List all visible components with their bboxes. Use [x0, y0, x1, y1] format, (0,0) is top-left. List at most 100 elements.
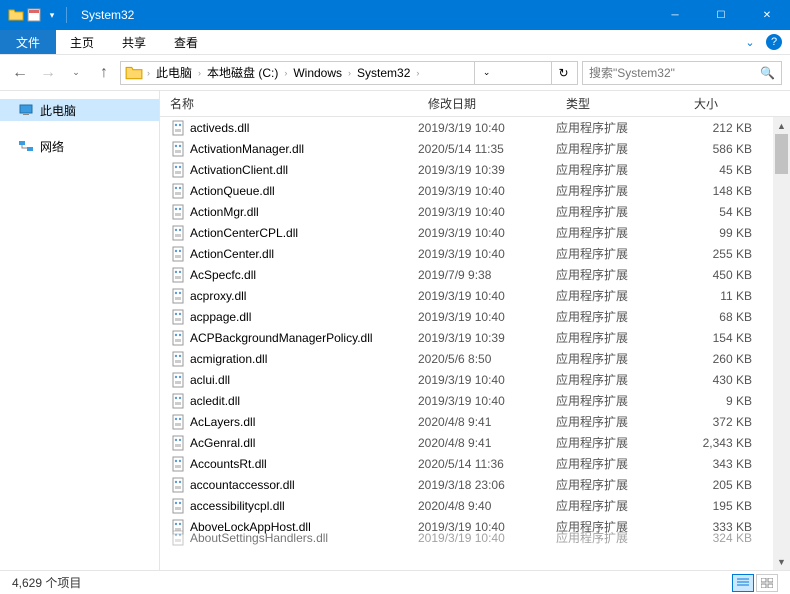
- file-row[interactable]: acledit.dll2019/3/19 10:40应用程序扩展9 KB: [160, 390, 790, 411]
- file-name: accountaccessor.dll: [190, 478, 295, 492]
- file-row[interactable]: ActionQueue.dll2019/3/19 10:40应用程序扩展148 …: [160, 180, 790, 201]
- column-name[interactable]: 名称: [160, 95, 418, 112]
- maximize-button[interactable]: ☐: [698, 0, 744, 30]
- scroll-down-icon[interactable]: ▼: [773, 553, 790, 570]
- large-icons-view-button[interactable]: [756, 574, 778, 592]
- file-row[interactable]: AboutSettingsHandlers.dll2019/3/19 10:40…: [160, 527, 790, 548]
- dll-file-icon: [170, 456, 186, 472]
- back-button[interactable]: ←: [8, 61, 32, 85]
- quick-access-toolbar: ▾: [0, 7, 71, 23]
- column-size[interactable]: 大小: [684, 95, 756, 112]
- up-button[interactable]: ↑: [92, 61, 116, 85]
- breadcrumb[interactable]: 本地磁盘 (C:): [203, 62, 282, 84]
- file-row[interactable]: ActionCenter.dll2019/3/19 10:40应用程序扩展255…: [160, 243, 790, 264]
- nav-item-label: 此电脑: [40, 102, 76, 119]
- breadcrumb[interactable]: 此电脑: [152, 62, 196, 84]
- scrollbar-thumb[interactable]: [775, 134, 788, 174]
- file-date: 2019/3/19 10:40: [418, 121, 556, 135]
- file-row[interactable]: AcLayers.dll2020/4/8 9:41应用程序扩展372 KB: [160, 411, 790, 432]
- file-size: 68 KB: [684, 310, 756, 324]
- file-row[interactable]: aclui.dll2019/3/19 10:40应用程序扩展430 KB: [160, 369, 790, 390]
- file-size: 450 KB: [684, 268, 756, 282]
- file-row[interactable]: acmigration.dll2020/5/6 8:50应用程序扩展260 KB: [160, 348, 790, 369]
- properties-icon[interactable]: [26, 7, 42, 23]
- file-type: 应用程序扩展: [556, 287, 684, 304]
- file-row[interactable]: acproxy.dll2019/3/19 10:40应用程序扩展11 KB: [160, 285, 790, 306]
- address-bar[interactable]: › 此电脑 › 本地磁盘 (C:) › Windows › System32 ›…: [120, 61, 578, 85]
- file-name: ActionCenter.dll: [190, 247, 274, 261]
- tab-share[interactable]: 共享: [108, 30, 160, 54]
- help-icon[interactable]: ?: [766, 34, 782, 50]
- file-list[interactable]: activeds.dll2019/3/19 10:40应用程序扩展212 KBA…: [160, 117, 790, 570]
- file-name: AcGenral.dll: [190, 436, 255, 450]
- file-date: 2019/3/19 10:39: [418, 331, 556, 345]
- file-row[interactable]: acppage.dll2019/3/19 10:40应用程序扩展68 KB: [160, 306, 790, 327]
- file-name: aclui.dll: [190, 373, 230, 387]
- scrollbar-track[interactable]: [773, 134, 790, 553]
- file-date: 2019/3/19 10:40: [418, 531, 556, 545]
- file-row[interactable]: accountaccessor.dll2019/3/18 23:06应用程序扩展…: [160, 474, 790, 495]
- chevron-right-icon[interactable]: ›: [196, 68, 203, 78]
- column-date[interactable]: 修改日期: [418, 95, 556, 112]
- file-type: 应用程序扩展: [556, 308, 684, 325]
- search-input[interactable]: 搜索"System32" 🔍: [582, 61, 782, 85]
- file-row[interactable]: accessibilitycpl.dll2020/4/8 9:40应用程序扩展1…: [160, 495, 790, 516]
- tab-home[interactable]: 主页: [56, 30, 108, 54]
- close-button[interactable]: ✕: [744, 0, 790, 30]
- refresh-icon[interactable]: ↻: [551, 62, 575, 84]
- nav-this-pc[interactable]: 此电脑: [0, 99, 159, 121]
- column-type[interactable]: 类型: [556, 95, 684, 112]
- file-size: 195 KB: [684, 499, 756, 513]
- qat-dropdown-icon[interactable]: ▾: [44, 7, 60, 23]
- file-row[interactable]: ActionCenterCPL.dll2019/3/19 10:40应用程序扩展…: [160, 222, 790, 243]
- file-row[interactable]: AcGenral.dll2020/4/8 9:41应用程序扩展2,343 KB: [160, 432, 790, 453]
- ribbon-expand-icon[interactable]: ⌄: [738, 30, 762, 54]
- file-row[interactable]: AccountsRt.dll2020/5/14 11:36应用程序扩展343 K…: [160, 453, 790, 474]
- file-tab[interactable]: 文件: [0, 30, 56, 54]
- forward-button[interactable]: →: [36, 61, 60, 85]
- file-size: 324 KB: [684, 531, 756, 545]
- file-size: 212 KB: [684, 121, 756, 135]
- file-date: 2019/3/18 23:06: [418, 478, 556, 492]
- file-row[interactable]: ActivationClient.dll2019/3/19 10:39应用程序扩…: [160, 159, 790, 180]
- file-date: 2019/3/19 10:40: [418, 226, 556, 240]
- vertical-scrollbar[interactable]: ▲ ▼: [773, 117, 790, 570]
- file-name: acproxy.dll: [190, 289, 246, 303]
- file-type: 应用程序扩展: [556, 329, 684, 346]
- file-name: activeds.dll: [190, 121, 249, 135]
- breadcrumb[interactable]: System32: [353, 62, 414, 84]
- title-bar: ▾ System32 ─ ☐ ✕: [0, 0, 790, 30]
- dll-file-icon: [170, 435, 186, 451]
- minimize-button[interactable]: ─: [652, 0, 698, 30]
- details-view-button[interactable]: [732, 574, 754, 592]
- file-name: acppage.dll: [190, 310, 251, 324]
- chevron-right-icon[interactable]: ›: [282, 68, 289, 78]
- chevron-right-icon[interactable]: ›: [346, 68, 353, 78]
- file-type: 应用程序扩展: [556, 371, 684, 388]
- file-size: 205 KB: [684, 478, 756, 492]
- file-row[interactable]: ActivationManager.dll2020/5/14 11:35应用程序…: [160, 138, 790, 159]
- file-size: 54 KB: [684, 205, 756, 219]
- chevron-right-icon[interactable]: ›: [145, 68, 152, 78]
- nav-network[interactable]: 网络: [0, 135, 159, 157]
- scroll-up-icon[interactable]: ▲: [773, 117, 790, 134]
- file-row[interactable]: activeds.dll2019/3/19 10:40应用程序扩展212 KB: [160, 117, 790, 138]
- tab-view[interactable]: 查看: [160, 30, 212, 54]
- chevron-right-icon[interactable]: ›: [414, 68, 421, 78]
- file-date: 2019/3/19 10:40: [418, 289, 556, 303]
- file-type: 应用程序扩展: [556, 392, 684, 409]
- file-date: 2019/3/19 10:40: [418, 247, 556, 261]
- dll-file-icon: [170, 246, 186, 262]
- recent-locations-icon[interactable]: ⌄: [64, 61, 88, 85]
- file-row[interactable]: ActionMgr.dll2019/3/19 10:40应用程序扩展54 KB: [160, 201, 790, 222]
- window-controls: ─ ☐ ✕: [652, 0, 790, 30]
- file-date: 2020/5/14 11:35: [418, 142, 556, 156]
- search-placeholder: 搜索"System32": [589, 64, 675, 81]
- file-name: AccountsRt.dll: [190, 457, 267, 471]
- search-icon[interactable]: 🔍: [760, 66, 775, 80]
- breadcrumb[interactable]: Windows: [289, 62, 346, 84]
- dropdown-icon[interactable]: ⌄: [474, 62, 498, 84]
- file-row[interactable]: ACPBackgroundManagerPolicy.dll2019/3/19 …: [160, 327, 790, 348]
- file-row[interactable]: AcSpecfc.dll2019/7/9 9:38应用程序扩展450 KB: [160, 264, 790, 285]
- dll-file-icon: [170, 477, 186, 493]
